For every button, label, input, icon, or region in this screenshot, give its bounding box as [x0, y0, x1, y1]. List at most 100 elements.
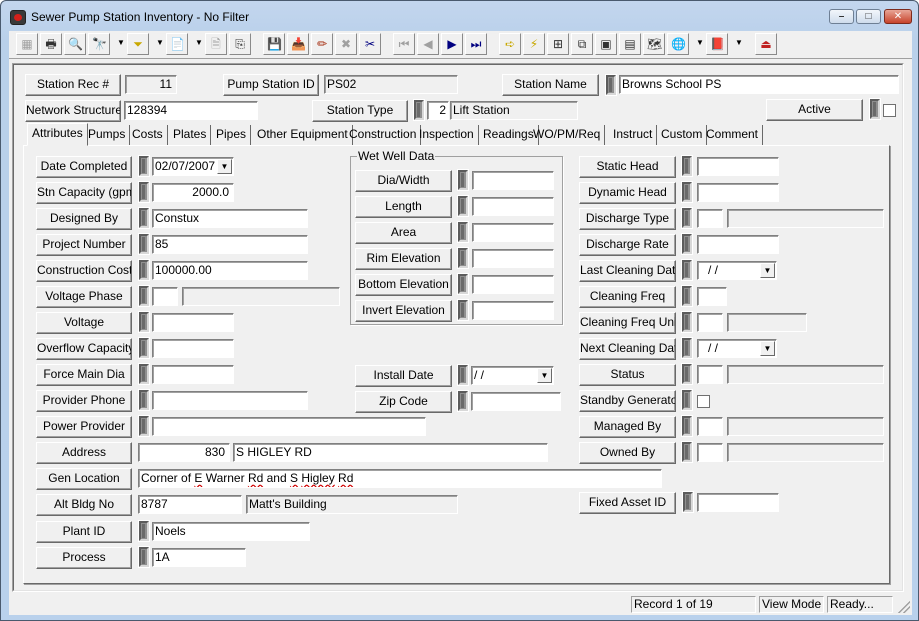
find-button[interactable]: 🔭 [88, 33, 110, 55]
lock-icon[interactable] [682, 208, 692, 228]
tab-comment[interactable]: Comment [702, 125, 764, 145]
cleaning-freq-field[interactable] [697, 287, 727, 306]
active-checkbox[interactable] [883, 104, 896, 117]
tab-other-equipment[interactable]: Other Equipment [253, 125, 353, 145]
length-field[interactable] [472, 197, 554, 216]
discharge-rate-field[interactable] [697, 235, 779, 254]
plant-id-field[interactable]: Noels [152, 522, 310, 541]
minimize-button[interactable]: – [829, 9, 854, 24]
zip-code-field[interactable] [471, 392, 561, 411]
voltage-field[interactable] [152, 313, 234, 332]
construction-cost-button[interactable]: Construction Cost [36, 260, 132, 282]
power-provider-field[interactable] [152, 417, 426, 436]
designed-by-field[interactable]: Constux [152, 209, 308, 228]
tab-pumps[interactable]: Pumps [84, 125, 131, 145]
dia-width-field[interactable] [472, 171, 554, 190]
lightning-button[interactable]: ⚡ [523, 33, 545, 55]
station-type-button[interactable]: Station Type [312, 100, 408, 122]
discharge-type-code-field[interactable] [697, 209, 723, 228]
force-main-dia-field[interactable] [152, 365, 234, 384]
dropdown-button[interactable]: ▼ [112, 33, 126, 55]
tab-custom[interactable]: Custom [657, 125, 708, 145]
lock-icon[interactable] [458, 196, 468, 216]
lock-icon[interactable] [682, 338, 692, 358]
status-code-field[interactable] [697, 365, 723, 384]
chevron-down-icon[interactable]: ▼ [537, 368, 552, 383]
fixed-asset-id-button[interactable]: Fixed Asset ID [579, 492, 676, 514]
dynamic-head-button[interactable]: Dynamic Head [579, 182, 676, 204]
provider-phone-button[interactable]: Provider Phone [36, 390, 132, 412]
pump-station-id-button[interactable]: Pump Station ID [223, 74, 319, 96]
next-record-button[interactable]: ▶ [441, 33, 463, 55]
calculator-button[interactable]: ▤ [619, 33, 641, 55]
network-map-button[interactable]: ⊞ [547, 33, 569, 55]
network-structure-field[interactable]: 128394 [124, 101, 258, 120]
standby-generator-checkbox[interactable] [697, 395, 710, 408]
lock-icon[interactable] [414, 100, 424, 120]
lock-icon[interactable] [139, 156, 149, 176]
process-button[interactable]: Process [36, 547, 132, 569]
provider-phone-field[interactable] [152, 391, 308, 410]
chevron-down-icon[interactable]: ▼ [217, 159, 232, 174]
invert-elevation-button[interactable]: Invert Elevation [355, 300, 452, 322]
overflow-capacity-button[interactable]: Overflow Capacity [36, 338, 132, 360]
next-cleaning-date-button[interactable]: Next Cleaning Date [579, 338, 676, 360]
bottom-elevation-button[interactable]: Bottom Elevation [355, 274, 452, 296]
next-cleaning-date-field[interactable]: / / ▼ [697, 339, 777, 358]
cleaning-freq-button[interactable]: Cleaning Freq [579, 286, 676, 308]
zip-code-button[interactable]: Zip Code [355, 391, 452, 413]
rim-elevation-field[interactable] [472, 249, 554, 268]
cleaning-freq-units-button[interactable]: Cleaning Freq Units [579, 312, 676, 334]
lock-icon[interactable] [458, 300, 468, 320]
lock-icon[interactable] [458, 170, 468, 190]
lock-icon[interactable] [139, 547, 149, 567]
construction-cost-field[interactable]: 100000.00 [152, 261, 308, 280]
project-number-button[interactable]: Project Number [36, 234, 132, 256]
station-type-code-field[interactable]: 2 [427, 101, 449, 120]
alt-bldg-number-field[interactable]: 8787 [138, 495, 242, 514]
last-cleaning-date-button[interactable]: Last Cleaning Date [579, 260, 676, 282]
discharge-rate-button[interactable]: Discharge Rate [579, 234, 676, 256]
rim-elevation-button[interactable]: Rim Elevation [355, 248, 452, 270]
lock-icon[interactable] [682, 390, 692, 410]
dynamic-head-field[interactable] [697, 183, 779, 202]
lock-icon[interactable] [458, 391, 468, 411]
dropdown-button[interactable]: ▼ [190, 33, 204, 55]
last-record-button[interactable]: ⏭ [465, 33, 487, 55]
static-head-button[interactable]: Static Head [579, 156, 676, 178]
power-provider-button[interactable]: Power Provider [36, 416, 132, 438]
dropdown-button[interactable]: ▼ [151, 33, 165, 55]
length-button[interactable]: Length [355, 196, 452, 218]
alt-bldg-no-button[interactable]: Alt Bldg No [36, 494, 132, 516]
area-field[interactable] [472, 223, 554, 242]
date-completed-field[interactable]: 02/07/2007 ▼ [152, 157, 234, 176]
owned-by-code-field[interactable] [697, 443, 723, 462]
tab-pipes[interactable]: Pipes [212, 125, 252, 145]
plant-id-button[interactable]: Plant ID [36, 521, 132, 543]
lock-icon[interactable] [458, 222, 468, 242]
title-bar[interactable]: Sewer Pump Station Inventory - No Filter… [1, 1, 918, 31]
chevron-down-icon[interactable]: ▼ [760, 263, 775, 278]
tab-attributes[interactable]: Attributes [27, 123, 88, 146]
lock-icon[interactable] [139, 312, 149, 332]
lock-icon[interactable] [139, 286, 149, 306]
designed-by-button[interactable]: Designed By [36, 208, 132, 230]
managed-by-button[interactable]: Managed By [579, 416, 676, 438]
lock-icon[interactable] [682, 442, 692, 462]
tab-instruct[interactable]: Instruct [609, 125, 658, 145]
equipment-button[interactable]: ▣ [595, 33, 617, 55]
install-date-field[interactable]: / / ▼ [471, 366, 554, 385]
stn-capacity-gpm-button[interactable]: Stn Capacity (gpm) [36, 182, 132, 204]
exit-button[interactable]: ⏏ [755, 33, 777, 55]
overflow-capacity-field[interactable] [152, 339, 234, 358]
print-button[interactable]: 🖶 [40, 33, 62, 55]
network-structure-button[interactable]: Network Structure [25, 100, 121, 122]
stn-capacity-gpm-field[interactable]: 2000.0 [152, 183, 234, 202]
lock-icon[interactable] [682, 286, 692, 306]
station-name-button[interactable]: Station Name [502, 74, 599, 96]
cut-scissors-button[interactable]: ✂ [359, 33, 381, 55]
gen-location-field[interactable]: Corner of E Warner Rd and S Higley Rd [138, 469, 662, 488]
dia-width-button[interactable]: Dia/Width [355, 170, 452, 192]
voltage-phase-button[interactable]: Voltage Phase [36, 286, 132, 308]
lock-icon[interactable] [682, 260, 692, 280]
